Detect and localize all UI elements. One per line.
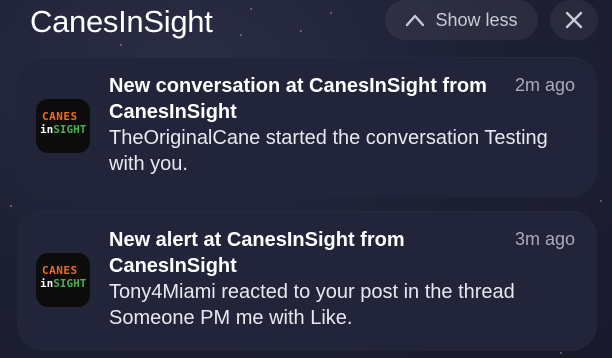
notification-time: 2m ago <box>514 75 575 95</box>
notification-time: 3m ago <box>514 229 575 249</box>
notification-title: New alert at CanesInSight from CanesInSi… <box>109 229 405 277</box>
notification-title: New conversation at CanesInSight from Ca… <box>109 75 487 123</box>
chevron-up-icon <box>406 14 425 27</box>
logo-text-insight: inSIGHT <box>40 277 87 290</box>
show-less-button[interactable]: Show less <box>385 0 538 40</box>
show-less-label: Show less <box>435 9 518 30</box>
notification-card[interactable]: CANES inSIGHT New alert at CanesInSight … <box>17 211 597 351</box>
logo-text-insight: inSIGHT <box>40 123 87 136</box>
app-icon: CANES inSIGHT <box>36 253 90 307</box>
logo-text-canes: CANES <box>42 264 78 277</box>
notification-group-title: CanesInSight <box>30 4 213 39</box>
notification-body: TheOriginalCane started the conversation… <box>109 127 548 175</box>
notification-body: Tony4Miami reacted to your post in the t… <box>109 281 515 329</box>
notification-card[interactable]: CANES inSIGHT New conversation at CanesI… <box>17 57 597 197</box>
app-icon: CANES inSIGHT <box>36 99 90 153</box>
logo-text-canes: CANES <box>42 110 78 123</box>
close-icon <box>565 11 583 29</box>
close-button[interactable] <box>550 0 598 40</box>
